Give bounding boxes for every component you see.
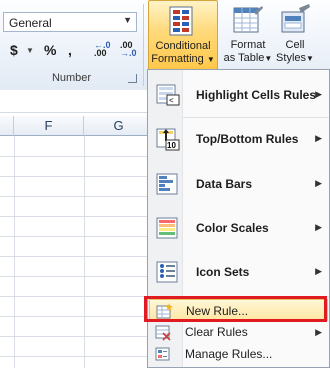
submenu-arrow-icon: ▶ <box>315 327 322 337</box>
group-separator <box>143 4 144 86</box>
menu-item-label: Highlight Cells Rules <box>196 88 317 102</box>
menu-item-label: Icon Sets <box>196 265 250 279</box>
submenu-arrow-icon: ▶ <box>315 266 322 276</box>
conditional-formatting-menu: < Highlight Cells Rules ▶ 10 Top/Bottom … <box>147 69 330 368</box>
submenu-arrow-icon: ▶ <box>315 178 322 188</box>
menu-item-label: Data Bars <box>196 177 253 191</box>
annotation-highlight-box <box>144 296 327 322</box>
grid-line <box>14 136 15 368</box>
number-format-dropdown[interactable]: General ▼ <box>3 12 137 32</box>
format-as-table-label-2: as Table <box>223 52 265 64</box>
menu-item-manage-rules[interactable]: Manage Rules... <box>149 343 328 365</box>
cell-styles-icon <box>279 4 311 36</box>
cell-styles-label-1: Cell <box>285 39 305 51</box>
clear-rules-icon <box>155 324 172 341</box>
format-as-table-icon <box>232 4 264 36</box>
format-as-table-button[interactable]: Format as Table▼ <box>222 0 274 70</box>
svg-text:10: 10 <box>167 141 176 150</box>
increase-decimal-button[interactable]: ←.0 .00 <box>94 41 118 59</box>
conditional-formatting-label-1: Conditional <box>155 40 211 52</box>
number-group: General ▼ $ ▼ % , ←.0 .00 .00 →.0 Number <box>0 0 143 90</box>
chevron-down-icon: ▼ <box>306 54 314 63</box>
top-bottom-icon: 10 <box>156 127 180 151</box>
menu-item-label: Color Scales <box>196 221 269 235</box>
column-header-f[interactable]: F <box>14 116 84 136</box>
menu-item-clear-rules[interactable]: Clear Rules ▶ <box>149 321 328 343</box>
menu-item-label: Manage Rules... <box>185 347 273 361</box>
number-group-label: Number <box>51 72 92 84</box>
increase-decimal-bottom: .00 <box>94 48 107 58</box>
grid-line <box>84 136 85 368</box>
menu-item-top-bottom-rules[interactable]: 10 Top/Bottom Rules ▶ <box>149 118 328 160</box>
column-header-partial[interactable] <box>0 116 14 136</box>
menu-item-label: Top/Bottom Rules <box>196 132 299 146</box>
manage-rules-icon <box>155 346 172 363</box>
submenu-arrow-icon: ▶ <box>315 222 322 232</box>
chevron-down-icon: ▼ <box>123 15 132 25</box>
column-header-g[interactable]: G <box>84 116 154 136</box>
decrease-decimal-button[interactable]: .00 →.0 <box>120 41 144 59</box>
conditional-formatting-button[interactable]: Conditional Formatting ▼ <box>148 0 218 70</box>
conditional-formatting-label-2: Formatting <box>151 53 204 65</box>
dialog-launcher-icon[interactable] <box>128 74 137 83</box>
highlight-cells-icon: < <box>156 83 180 107</box>
data-bars-icon <box>156 172 180 196</box>
menu-item-highlight-cells-rules[interactable]: < Highlight Cells Rules ▶ <box>149 74 328 116</box>
conditional-formatting-icon <box>167 5 199 37</box>
menu-item-icon-sets[interactable]: Icon Sets ▶ <box>149 251 328 293</box>
currency-button[interactable]: $ <box>10 42 18 58</box>
menu-item-color-scales[interactable]: Color Scales ▶ <box>149 207 328 249</box>
cell-styles-button[interactable]: Cell Styles▼ <box>272 0 318 70</box>
currency-dropdown-icon[interactable]: ▼ <box>26 46 34 55</box>
svg-text:<: < <box>169 96 174 105</box>
decrease-decimal-bottom: →.0 <box>120 48 137 58</box>
cell-styles-label-2: Styles <box>276 52 307 64</box>
number-format-value: General <box>9 16 52 30</box>
submenu-arrow-icon: ▶ <box>315 133 322 143</box>
comma-style-button[interactable]: , <box>68 42 72 58</box>
color-scales-icon <box>156 216 180 240</box>
submenu-arrow-icon: ▶ <box>315 89 322 99</box>
chevron-down-icon: ▼ <box>206 55 215 64</box>
percent-button[interactable]: % <box>44 42 56 58</box>
icon-sets-icon <box>156 260 180 284</box>
format-as-table-label-1: Format <box>230 39 266 51</box>
menu-item-data-bars[interactable]: Data Bars ▶ <box>149 163 328 205</box>
menu-item-label: Clear Rules <box>185 325 248 339</box>
